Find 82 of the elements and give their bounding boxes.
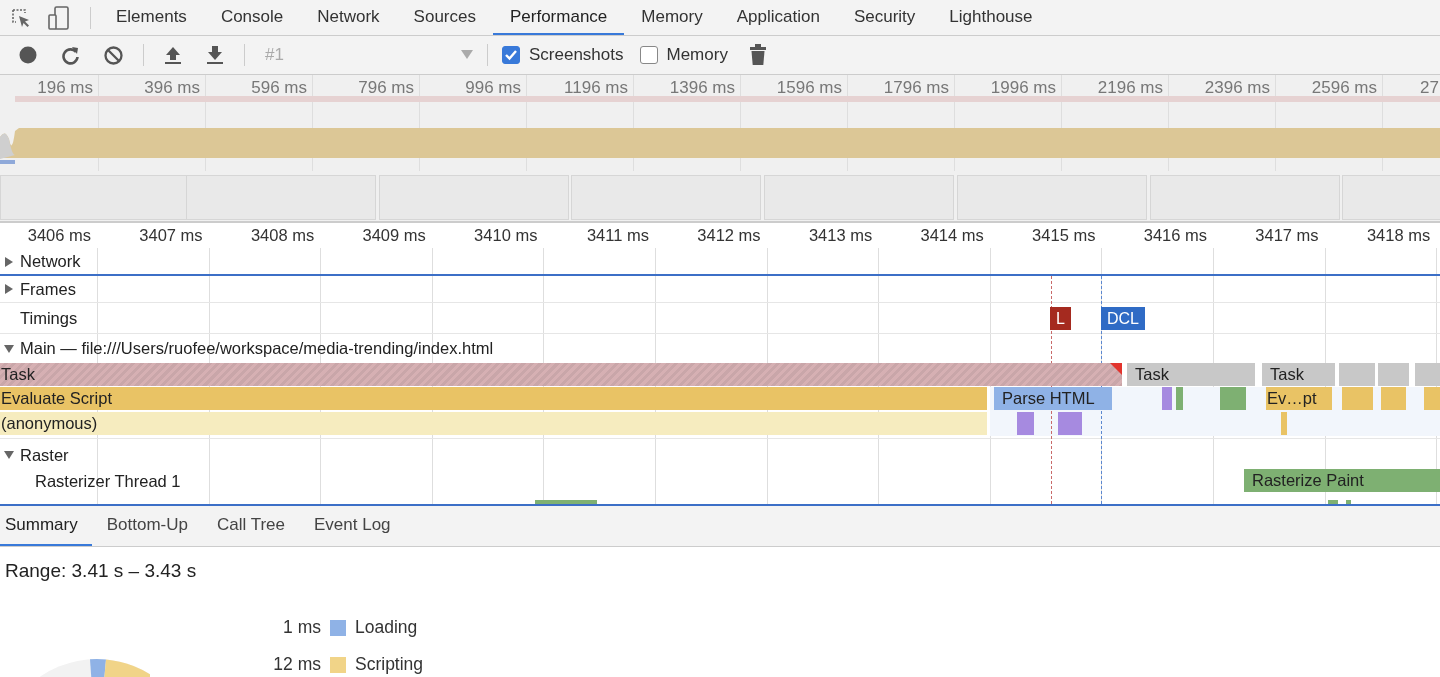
clear-icon[interactable] <box>104 45 123 65</box>
overview-tick-label: 2196 ms <box>1097 78 1163 98</box>
panel-tab[interactable]: Security <box>836 0 933 35</box>
track-label[interactable]: Rasterizer Thread 1 <box>35 471 181 491</box>
checkbox-label: Memory <box>666 45 728 65</box>
inspect-icon[interactable] <box>10 6 32 29</box>
track-label[interactable]: Timings <box>20 309 78 328</box>
screenshots-checkbox[interactable] <box>502 46 520 64</box>
timeline-tick-label: 3407 ms <box>139 226 203 245</box>
overview-tick-label: 1596 ms <box>776 78 842 98</box>
details-tab[interactable]: Call Tree <box>212 506 299 546</box>
track-label[interactable]: Frames <box>20 279 76 299</box>
flame-event[interactable]: Rasterize Paint <box>1244 469 1440 492</box>
expand-arrow-icon[interactable] <box>4 256 14 267</box>
timeline-tick-label: 3417 ms <box>1255 226 1319 245</box>
details-tab[interactable]: Event Log <box>309 506 405 546</box>
timeline-tick-label: 3415 ms <box>1032 226 1096 245</box>
caret-icon[interactable] <box>461 50 473 60</box>
panel-tab[interactable]: Memory <box>624 0 720 35</box>
timing-marker[interactable]: L <box>1050 307 1071 330</box>
expand-arrow-icon[interactable] <box>4 450 14 460</box>
panel-tab[interactable]: Lighthouse <box>932 0 1050 35</box>
timeline-tick-label: 3410 ms <box>474 226 538 245</box>
panel-tab[interactable]: Application <box>719 0 837 35</box>
memory-checkbox[interactable] <box>639 46 658 64</box>
download-icon[interactable] <box>206 45 224 65</box>
timing-marker[interactable]: DCL <box>1101 307 1145 330</box>
raster-activity-bar <box>1328 500 1338 504</box>
timeline-tick-label: 3406 ms <box>27 226 91 245</box>
flame-event[interactable]: Parse HTML <box>994 387 1112 410</box>
expand-arrow-icon[interactable] <box>4 343 14 354</box>
raster-activity-bar <box>535 500 597 504</box>
overview-tick-label: 2396 ms <box>1204 78 1270 98</box>
timeline-tick-label: 3408 ms <box>250 226 315 245</box>
overview-tick-label: 27 <box>1420 78 1439 98</box>
range-text: Range: 3.41 s – 3.43 s <box>4 559 198 582</box>
panel-tab[interactable]: Elements <box>99 0 204 35</box>
flame-event[interactable]: Ev…pt <box>1266 387 1332 410</box>
overview-tick-label: 796 ms <box>358 78 414 98</box>
device-icon[interactable] <box>48 5 70 30</box>
flame-event[interactable]: Task <box>0 363 1122 386</box>
trash-icon[interactable] <box>749 44 766 66</box>
track-label[interactable]: Main — file:///Users/ruofee/workspace/media-trending/index.html <box>20 339 494 358</box>
details-tab[interactable]: Bottom-Up <box>101 506 202 546</box>
flame-event[interactable]: Evaluate Script <box>0 387 987 410</box>
flame-event[interactable]: Task <box>1262 363 1335 386</box>
overview-tick-label: 596 ms <box>251 78 307 98</box>
checkbox-label: Screenshots <box>529 45 624 65</box>
raster-activity-bar <box>1346 500 1351 504</box>
timeline-tick-label: 3412 ms <box>697 226 761 245</box>
expand-arrow-icon[interactable] <box>4 284 14 294</box>
network-activity-bar <box>0 160 15 164</box>
record-icon[interactable] <box>19 46 37 64</box>
details-tab[interactable]: Summary <box>0 506 92 546</box>
overview-tick-label: 1996 ms <box>990 78 1056 98</box>
overview-tick-label: 2596 ms <box>1311 78 1377 98</box>
timeline-tick-label: 3416 ms <box>1143 226 1207 245</box>
legend-label: Scripting <box>355 654 424 675</box>
legend-value: 12 ms <box>272 654 321 675</box>
overview-tick-label: 1796 ms <box>883 78 949 98</box>
overview-tick-label: 1196 ms <box>564 78 628 98</box>
timeline-tick-label: 3409 ms <box>362 226 426 245</box>
legend-value: 1 ms <box>282 617 321 638</box>
track-label[interactable]: Raster <box>20 445 69 465</box>
overview-tick-label: 1396 ms <box>669 78 735 98</box>
overview-tick-label: 996 ms <box>465 78 521 98</box>
overview-tick-label: 396 ms <box>144 78 200 98</box>
reload-icon[interactable] <box>61 45 80 65</box>
panel-tab[interactable]: Console <box>203 0 301 35</box>
panel-tab[interactable]: Sources <box>396 0 493 35</box>
timeline-tick-label: 3414 ms <box>920 226 984 245</box>
flame-event[interactable]: (anonymous) <box>0 412 987 435</box>
panel-tab[interactable]: Network <box>300 0 397 35</box>
track-label[interactable]: Network <box>20 252 81 271</box>
flame-event[interactable]: Task <box>1127 363 1255 386</box>
timeline-tick-label: 3411 ms <box>586 226 649 245</box>
legend-label: Loading <box>355 617 418 638</box>
overview-tick-label: 196 ms <box>37 78 93 98</box>
timeline-tick-label: 3418 ms <box>1366 226 1431 245</box>
upload-icon[interactable] <box>164 45 182 65</box>
timeline-tick-label: 3413 ms <box>808 226 873 245</box>
warning-corner-icon <box>1110 363 1122 375</box>
